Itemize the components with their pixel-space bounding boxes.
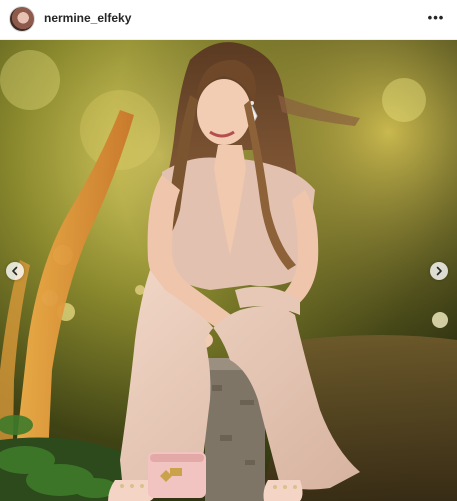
- previous-photo-button[interactable]: [6, 262, 24, 280]
- avatar[interactable]: [9, 6, 35, 32]
- chevron-right-icon: [436, 266, 442, 276]
- photo-scene: [0, 40, 457, 501]
- chevron-left-icon: [12, 266, 18, 276]
- more-options-icon[interactable]: •••: [425, 7, 447, 27]
- next-photo-button[interactable]: [430, 262, 448, 280]
- post-header: nermine_elfeky •••: [0, 0, 457, 40]
- username-link[interactable]: nermine_elfeky: [44, 11, 131, 25]
- instagram-post: nermine_elfeky •••: [0, 0, 457, 501]
- post-photo[interactable]: [0, 40, 457, 501]
